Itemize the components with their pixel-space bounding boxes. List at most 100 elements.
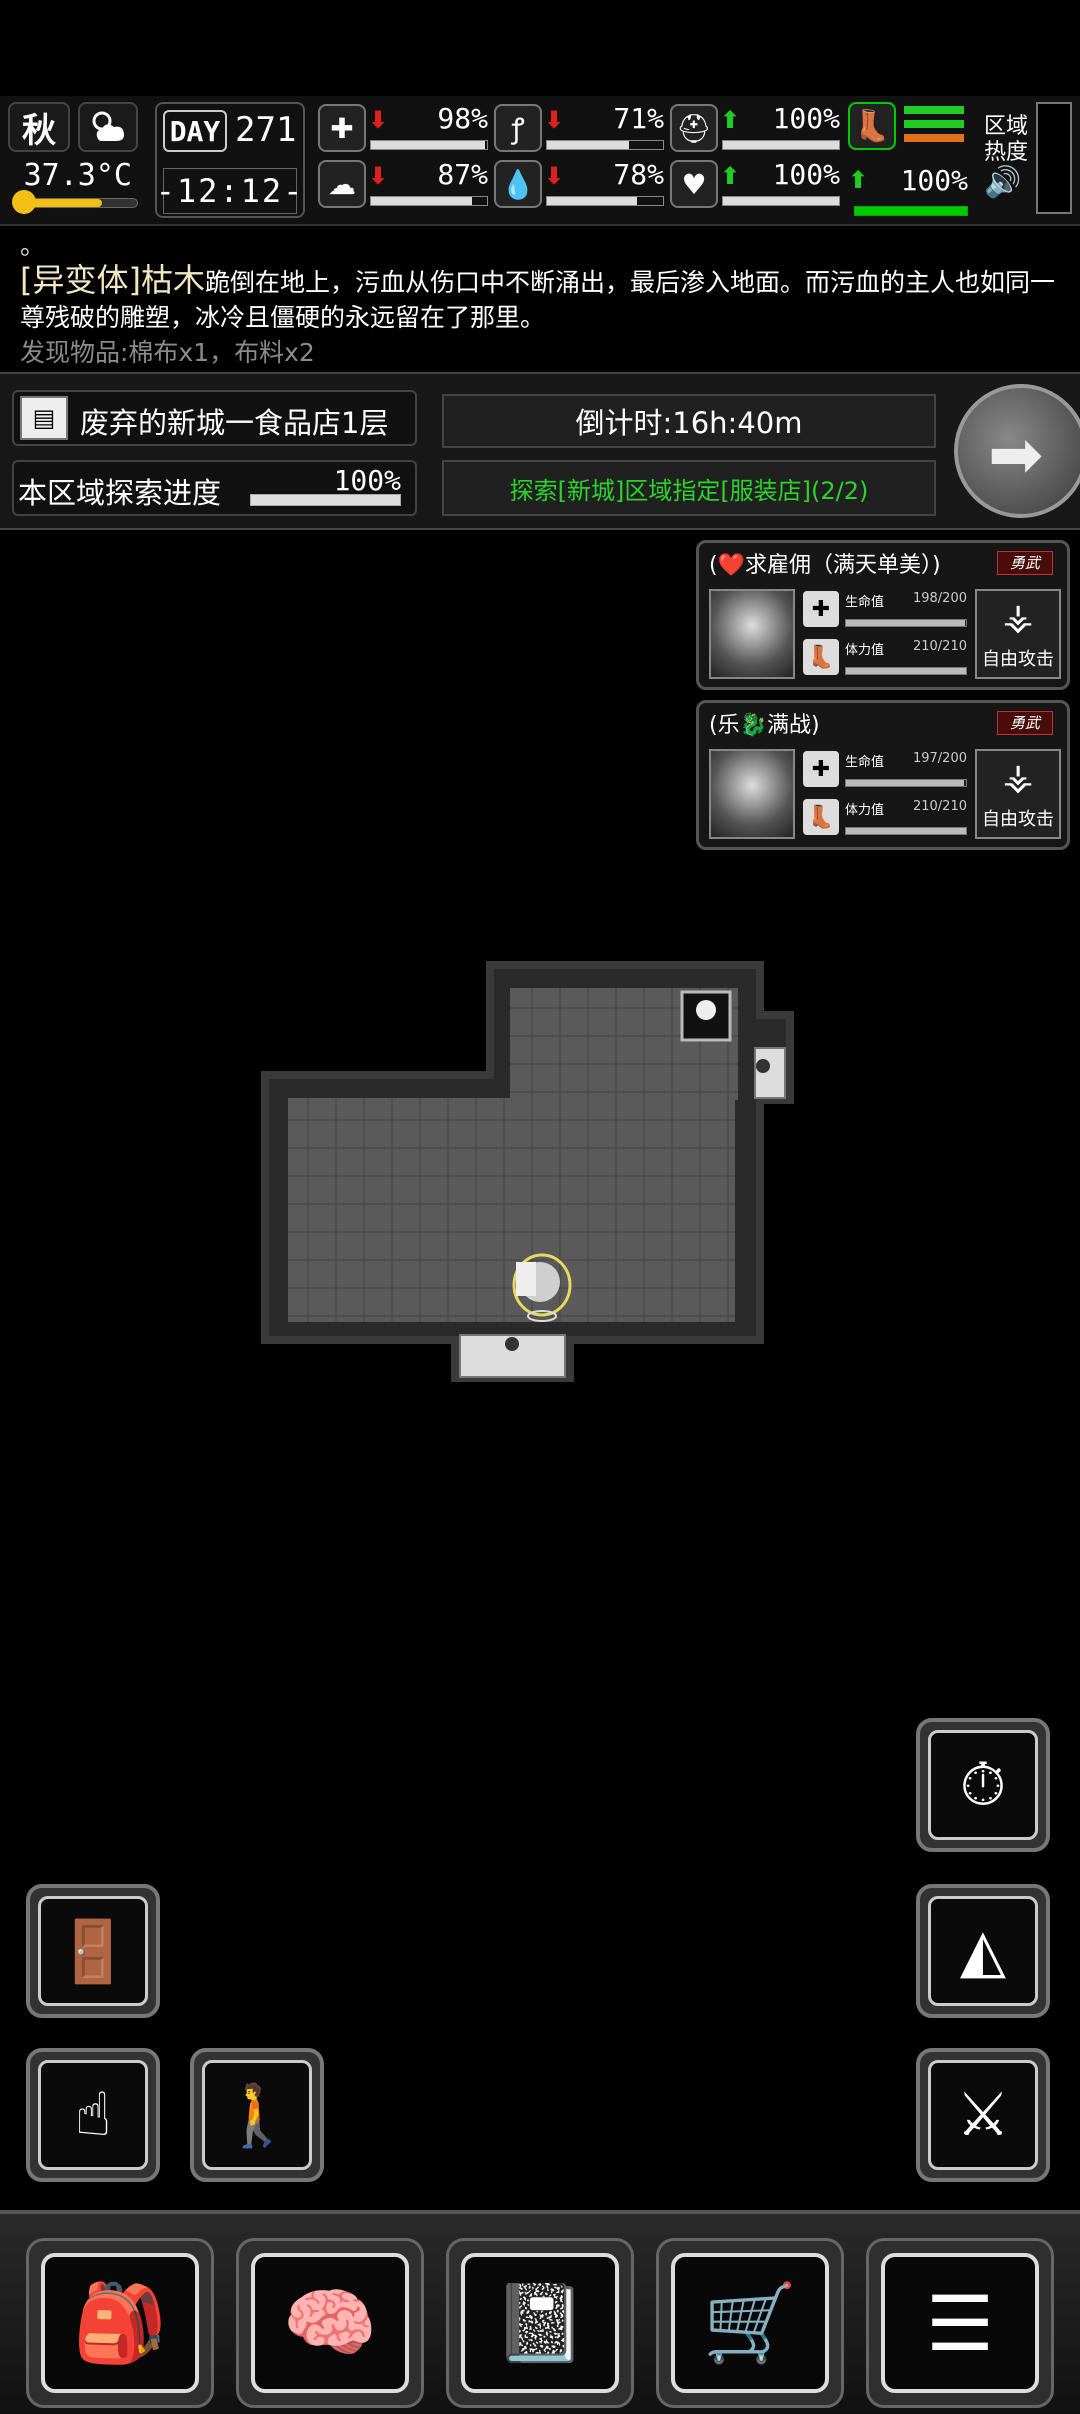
location-name: 废弃的新城一食品店1层 xyxy=(80,406,389,440)
temperature-bar xyxy=(18,198,138,208)
day-label: DAY xyxy=(163,110,227,152)
free-attack-button[interactable]: ⚶ 自由攻击 xyxy=(975,589,1061,679)
explore-value: 100% xyxy=(333,464,401,497)
quest-box[interactable]: 探索[新城]区域指定[服装店](2/2) xyxy=(442,460,936,516)
attack-stance-icon: ⚶ xyxy=(1002,597,1034,638)
sp-bar xyxy=(845,667,967,675)
walk-button[interactable]: 🚶 xyxy=(190,2048,324,2182)
day-number: 271 xyxy=(235,110,297,150)
thermometer-icon xyxy=(12,190,36,214)
brain-icon: ☁ xyxy=(318,160,366,208)
wait-timer-button[interactable]: ⏱ xyxy=(916,1718,1050,1852)
zone-heat-meter xyxy=(1036,102,1072,214)
temperature-value: 37.3°C xyxy=(23,158,132,193)
season-label: 秋 xyxy=(22,110,56,151)
stamina-value: 100% xyxy=(900,164,968,197)
zone-heat-label: 区域热度 xyxy=(984,114,1029,165)
temperature-gauge: 37.3°C xyxy=(8,158,138,218)
notebook-icon: 📓 xyxy=(461,2253,619,2393)
boot-icon: 👢 xyxy=(803,799,839,835)
boot-icon: 👢 xyxy=(803,639,839,675)
hp-value: 197/200 xyxy=(912,751,967,766)
quest-text: 探索[新城]区域指定[服装店](2/2) xyxy=(509,476,869,505)
free-attack-button[interactable]: ⚶ 自由攻击 xyxy=(975,749,1061,839)
armor-stat[interactable]: ⛑ ⬆ 100% xyxy=(670,102,840,154)
sp-bar xyxy=(845,827,967,835)
shop-button[interactable]: 🛒 xyxy=(656,2238,844,2408)
medkit-icon: ✚ xyxy=(318,104,366,152)
message-log: 。 [异变体]枯木跪倒在地上，污血从伤口中不断涌出，最后渗入地面。而污血的主人也… xyxy=(20,228,1070,368)
room-wall xyxy=(261,961,794,1382)
mercenary-card[interactable]: (乐🐉满战) 勇武 ✚ 生命值 197/200 👢 体力值 210/210 ⚶ … xyxy=(696,700,1070,850)
walk-icon: 🚶 xyxy=(202,2060,312,2170)
hp-bar xyxy=(845,779,967,787)
backpack-icon: 🎒 xyxy=(41,2253,199,2393)
door-marker-icon xyxy=(756,1059,770,1073)
weather-icon xyxy=(78,102,138,152)
heart-value: 100% xyxy=(772,158,840,191)
interact-button[interactable]: ☝ xyxy=(26,2048,160,2182)
location-panel: ▤ 废弃的新城一食品店1层 本区域探索进度 100% 倒计时:16h:40m 探… xyxy=(0,372,1080,530)
up-arrow-icon: ⬆ xyxy=(848,166,869,194)
mercenary-portrait[interactable] xyxy=(709,749,795,839)
player-character[interactable] xyxy=(512,1253,572,1322)
water-drop-icon: 💧 xyxy=(494,160,542,208)
countdown-text: 倒计时:16h:40m xyxy=(575,406,803,440)
brain-icon: 🧠 xyxy=(251,2253,409,2393)
thirst-value: 78% xyxy=(613,158,664,191)
up-arrow-icon: ⬆ xyxy=(720,106,741,134)
bottom-toolbar: 🎒 🧠 📓 🛒 ☰ xyxy=(0,2210,1080,2414)
side-door[interactable] xyxy=(754,1047,786,1099)
location-name-box[interactable]: ▤ 废弃的新城一食品店1层 xyxy=(12,390,417,446)
stamina-stat[interactable]: 👢 ⬆ 100% xyxy=(848,102,968,218)
entrance-door[interactable] xyxy=(459,1334,566,1378)
down-arrow-icon: ⬇ xyxy=(368,106,389,134)
enemy-tag: [异变体]枯木 xyxy=(20,261,205,299)
down-arrow-icon: ⬇ xyxy=(544,106,565,134)
explore-bar xyxy=(250,494,401,506)
hunger-stat[interactable]: ꝭ ⬇ 71% xyxy=(494,102,664,154)
health-value: 98% xyxy=(437,102,488,135)
sp-row: 👢 体力值 210/210 xyxy=(803,797,967,837)
brave-badge: 勇武 xyxy=(997,711,1053,735)
medkit-icon: ✚ xyxy=(803,751,839,787)
arrow-right-icon: ➡ xyxy=(988,416,1044,493)
thirst-stat[interactable]: 💧 ⬇ 78% xyxy=(494,158,664,210)
mercenary-card[interactable]: (❤️求雇佣（满天单美）) 勇武 ✚ 生命值 198/200 👢 体力值 210… xyxy=(696,540,1070,690)
attack-label: 自由攻击 xyxy=(982,809,1054,830)
attack-label: 自由攻击 xyxy=(982,649,1054,670)
speaker-icon: 🔊 xyxy=(984,165,1022,200)
log-entry: [异变体]枯木跪倒在地上，污血从伤口中不断涌出，最后渗入地面。而污血的主人也如同… xyxy=(20,263,1070,335)
up-arrow-icon: ⬆ xyxy=(720,162,741,190)
stairs-tile[interactable] xyxy=(680,990,732,1042)
mood-stat[interactable]: ☁ ⬇ 87% xyxy=(318,158,488,210)
heart-stat[interactable]: ♥ ⬆ 100% xyxy=(670,158,840,210)
zone-heat[interactable]: 区域热度 🔊 xyxy=(984,114,1032,200)
room-floor[interactable] xyxy=(288,988,738,1322)
stance-icon: ◭ xyxy=(928,1896,1038,2006)
mercenary-portrait[interactable] xyxy=(709,589,795,679)
hp-row: ✚ 生命值 197/200 xyxy=(803,749,967,789)
log-line: 。 xyxy=(20,231,46,260)
brave-badge: 勇武 xyxy=(997,551,1053,575)
squad-button[interactable]: ⚔ xyxy=(916,2048,1050,2182)
backpack-button[interactable]: 🎒 xyxy=(26,2238,214,2408)
attack-stance-icon: ⚶ xyxy=(1002,757,1034,798)
skills-button[interactable]: 🧠 xyxy=(236,2238,424,2408)
stairs-down-icon xyxy=(696,1000,716,1020)
health-stat[interactable]: ✚ ⬇ 98% xyxy=(318,102,488,154)
day-clock: DAY 271 -12:12- xyxy=(155,102,305,218)
next-area-button[interactable]: ➡ xyxy=(954,384,1080,518)
exit-button[interactable]: 🚪 xyxy=(26,1884,160,2018)
hp-label: 生命值 xyxy=(845,595,885,610)
notes-button[interactable]: 📓 xyxy=(446,2238,634,2408)
exit-icon: 🚪 xyxy=(38,1896,148,2006)
down-arrow-icon: ⬇ xyxy=(368,162,389,190)
hp-value: 198/200 xyxy=(912,591,967,606)
sp-value: 210/210 xyxy=(912,799,967,814)
stance-button[interactable]: ◭ xyxy=(916,1884,1050,2018)
down-arrow-icon: ⬇ xyxy=(544,162,565,190)
menu-button[interactable]: ☰ xyxy=(866,2238,1054,2408)
menu-icon: ☰ xyxy=(881,2253,1039,2393)
sp-row: 👢 体力值 210/210 xyxy=(803,637,967,677)
